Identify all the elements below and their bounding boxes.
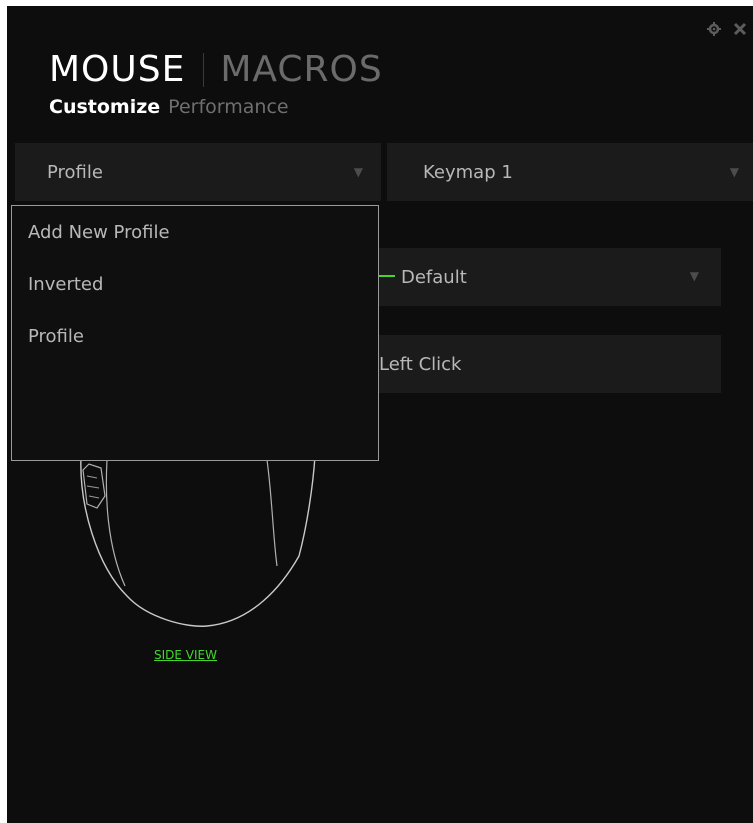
mouse-outline-image — [80, 455, 316, 627]
subtab-customize[interactable]: Customize — [49, 94, 160, 120]
gear-icon[interactable] — [705, 20, 723, 38]
dropdown-item-inverted[interactable]: Inverted — [12, 270, 378, 322]
mode-icon — [377, 269, 395, 277]
header: MOUSE MACROS Customize Performance — [49, 50, 383, 120]
caret-down-icon: ▼ — [353, 165, 363, 179]
button-action-value: Left Click — [379, 353, 462, 375]
synapse-window: MOUSE MACROS Customize Performance Profi… — [7, 6, 753, 823]
dropdown-item-add-new-profile[interactable]: Add New Profile — [12, 218, 378, 270]
tab-mouse[interactable]: MOUSE — [49, 50, 185, 90]
side-view-link[interactable]: SIDE VIEW — [154, 648, 217, 662]
subtab-performance[interactable]: Performance — [168, 94, 288, 120]
caret-down-icon: ▼ — [729, 165, 739, 179]
tab-separator — [203, 53, 205, 87]
profile-select[interactable]: Profile ▼ — [15, 143, 381, 201]
close-icon[interactable] — [731, 20, 749, 38]
tab-macros[interactable]: MACROS — [220, 50, 382, 90]
profile-select-value: Profile — [47, 161, 103, 183]
keymap-select-value: Keymap 1 — [423, 161, 513, 183]
caret-down-icon: ▼ — [689, 269, 699, 283]
button-mode-value: Default — [401, 266, 467, 288]
dropdown-item-profile[interactable]: Profile — [12, 322, 378, 374]
keymap-select[interactable]: Keymap 1 ▼ — [387, 143, 753, 201]
profile-dropdown-menu: Add New Profile Inverted Profile — [11, 205, 379, 461]
window-controls — [705, 20, 749, 38]
main-tabs: MOUSE MACROS — [49, 50, 383, 90]
subtabs: Customize Performance — [49, 94, 383, 120]
